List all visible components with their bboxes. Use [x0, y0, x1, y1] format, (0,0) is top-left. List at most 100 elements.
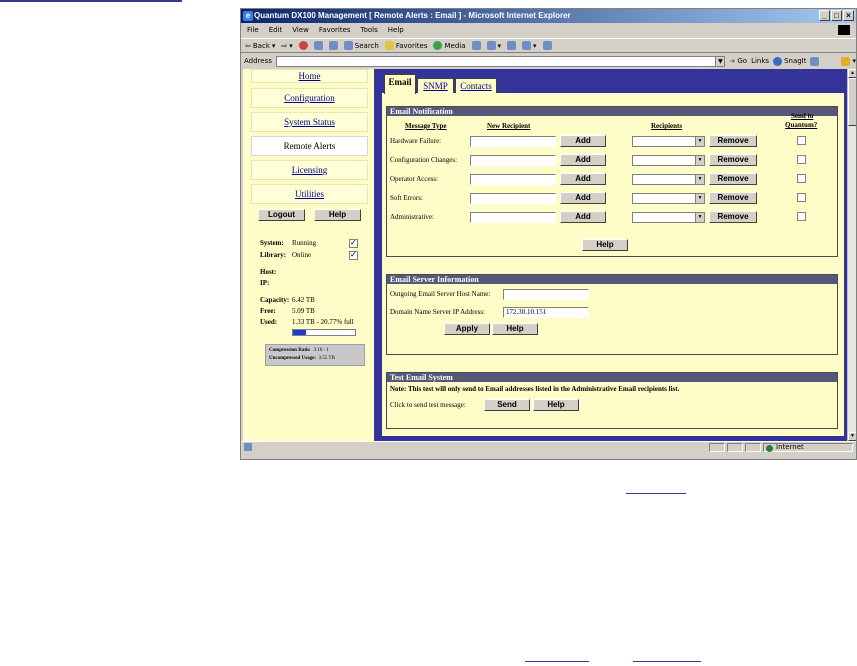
media-icon: [433, 41, 443, 50]
remove-button[interactable]: Remove: [709, 192, 757, 204]
add-button[interactable]: Add: [560, 173, 606, 185]
back-button[interactable]: ⇦ Back ▾: [245, 42, 275, 50]
menu-file[interactable]: File: [247, 23, 259, 37]
new-recipient-input[interactable]: [470, 155, 556, 166]
select-dropdown-arrow[interactable]: ▼: [695, 156, 704, 165]
send-to-quantum-checkbox[interactable]: [797, 193, 806, 202]
tab-email[interactable]: Email: [384, 74, 416, 94]
select-dropdown-arrow[interactable]: ▼: [695, 175, 704, 184]
media-button[interactable]: Media: [433, 41, 466, 50]
send-to-quantum-checkbox[interactable]: [797, 174, 806, 183]
send-button[interactable]: Send: [484, 399, 530, 411]
status-bar: Internet: [241, 441, 856, 452]
new-recipient-input[interactable]: [470, 174, 556, 185]
system-value: Running: [292, 239, 317, 247]
recipients-select[interactable]: ▼: [632, 174, 705, 185]
library-checkbox: [349, 250, 358, 260]
snagit-button[interactable]: SnagIt: [773, 56, 806, 66]
server-help-button[interactable]: Help: [492, 323, 538, 335]
search-button[interactable]: Search: [343, 41, 379, 50]
search-label: Search: [354, 41, 379, 50]
globe-icon: [766, 445, 773, 452]
discuss-button[interactable]: [542, 41, 552, 50]
menu-help[interactable]: Help: [388, 23, 404, 37]
stop-button[interactable]: [298, 41, 308, 50]
sidebar-item-configuration[interactable]: Configuration: [251, 88, 368, 108]
host-name-label: Outgoing Email Server Host Name:: [390, 290, 491, 298]
test-help-button[interactable]: Help: [533, 399, 579, 411]
sidebar-item-remote-alerts[interactable]: Remote Alerts: [251, 136, 368, 156]
notification-help-button[interactable]: Help: [582, 239, 628, 251]
select-dropdown-arrow[interactable]: ▼: [695, 137, 704, 146]
new-recipient-input[interactable]: [470, 136, 556, 147]
host-name-input[interactable]: [503, 289, 589, 300]
maximize-button[interactable]: □: [831, 10, 842, 21]
recipients-select[interactable]: ▼: [632, 136, 705, 147]
menu-tools[interactable]: Tools: [361, 23, 378, 37]
add-button[interactable]: Add: [560, 192, 606, 204]
refresh-button[interactable]: [313, 41, 323, 50]
logout-button[interactable]: Logout: [258, 209, 305, 221]
vertical-scrollbar[interactable]: ▲ ▼: [847, 69, 856, 441]
dns-ip-input[interactable]: 172.30.10.151: [503, 307, 589, 318]
favorites-icon: [384, 41, 394, 50]
compression-value: 3.16 : 1: [313, 348, 329, 353]
history-icon: [471, 41, 481, 50]
remove-button[interactable]: Remove: [709, 211, 757, 223]
dns-ip-label: Domain Name Server IP Address:: [390, 308, 485, 316]
add-button[interactable]: Add: [560, 211, 606, 223]
recipients-select[interactable]: ▼: [632, 193, 705, 204]
remove-button[interactable]: Remove: [709, 135, 757, 147]
system-status-line: System: Running: [260, 239, 316, 247]
scroll-down-arrow[interactable]: ▼: [848, 432, 856, 441]
sidebar-item-licensing[interactable]: Licensing: [251, 160, 368, 180]
scroll-thumb[interactable]: [848, 78, 856, 126]
favorites-button[interactable]: Favorites: [384, 41, 427, 50]
test-email-title: Test Email System: [387, 373, 837, 382]
print-button[interactable]: [507, 41, 517, 50]
mail-button[interactable]: ▾: [486, 41, 501, 50]
menu-view[interactable]: View: [292, 23, 309, 37]
new-recipient-input[interactable]: [470, 212, 556, 223]
close-button[interactable]: ×: [843, 10, 854, 21]
recipients-select[interactable]: ▼: [632, 212, 705, 223]
add-button[interactable]: Add: [560, 154, 606, 166]
go-button[interactable]: ➜ Go: [729, 57, 747, 65]
sidebar-item-utilities[interactable]: Utilities: [251, 184, 368, 204]
minimize-button[interactable]: _: [819, 10, 830, 21]
scroll-up-arrow[interactable]: ▲: [848, 69, 856, 78]
address-dropdown[interactable]: ▼: [715, 56, 725, 66]
sidebar-help-button[interactable]: Help: [314, 209, 361, 221]
send-to-quantum-checkbox[interactable]: [797, 155, 806, 164]
menu-favorites[interactable]: Favorites: [319, 23, 351, 37]
address-input[interactable]: ▼: [275, 55, 726, 67]
new-recipient-input[interactable]: [470, 193, 556, 204]
sidebar-item-system-status[interactable]: System Status: [251, 112, 368, 132]
history-button[interactable]: [471, 41, 481, 50]
forward-button[interactable]: ⇨ ▾: [281, 42, 292, 50]
links-label[interactable]: Links: [751, 57, 769, 65]
ip-label: IP:: [260, 279, 270, 287]
snagit-icon: [773, 56, 783, 66]
send-to-quantum-checkbox[interactable]: [797, 136, 806, 145]
uncompressed-line: Uncompressed Usage: 3.55 TB: [269, 355, 361, 363]
home-button[interactable]: [328, 41, 338, 50]
recipients-select[interactable]: ▼: [632, 155, 705, 166]
email-tab-panel: Email Notification Message Type New Reci…: [382, 93, 844, 436]
add-button[interactable]: Add: [560, 135, 606, 147]
sidebar-item-home[interactable]: Home: [251, 69, 368, 83]
link-underline: [626, 493, 686, 494]
select-dropdown-arrow[interactable]: ▼: [695, 194, 704, 203]
norton-button[interactable]: ▾: [841, 56, 856, 66]
remove-button[interactable]: Remove: [709, 173, 757, 185]
select-dropdown-arrow[interactable]: ▼: [695, 213, 704, 222]
menu-edit[interactable]: Edit: [269, 23, 283, 37]
apply-button[interactable]: Apply: [444, 323, 490, 335]
tab-contacts[interactable]: Contacts: [455, 78, 497, 93]
send-to-quantum-checkbox[interactable]: [797, 212, 806, 221]
tab-snmp[interactable]: SNMP: [417, 78, 454, 93]
snagit-window-button[interactable]: [810, 56, 820, 66]
edit-button[interactable]: ▾: [522, 41, 537, 50]
remove-button[interactable]: Remove: [709, 154, 757, 166]
discuss-icon: [542, 41, 552, 50]
